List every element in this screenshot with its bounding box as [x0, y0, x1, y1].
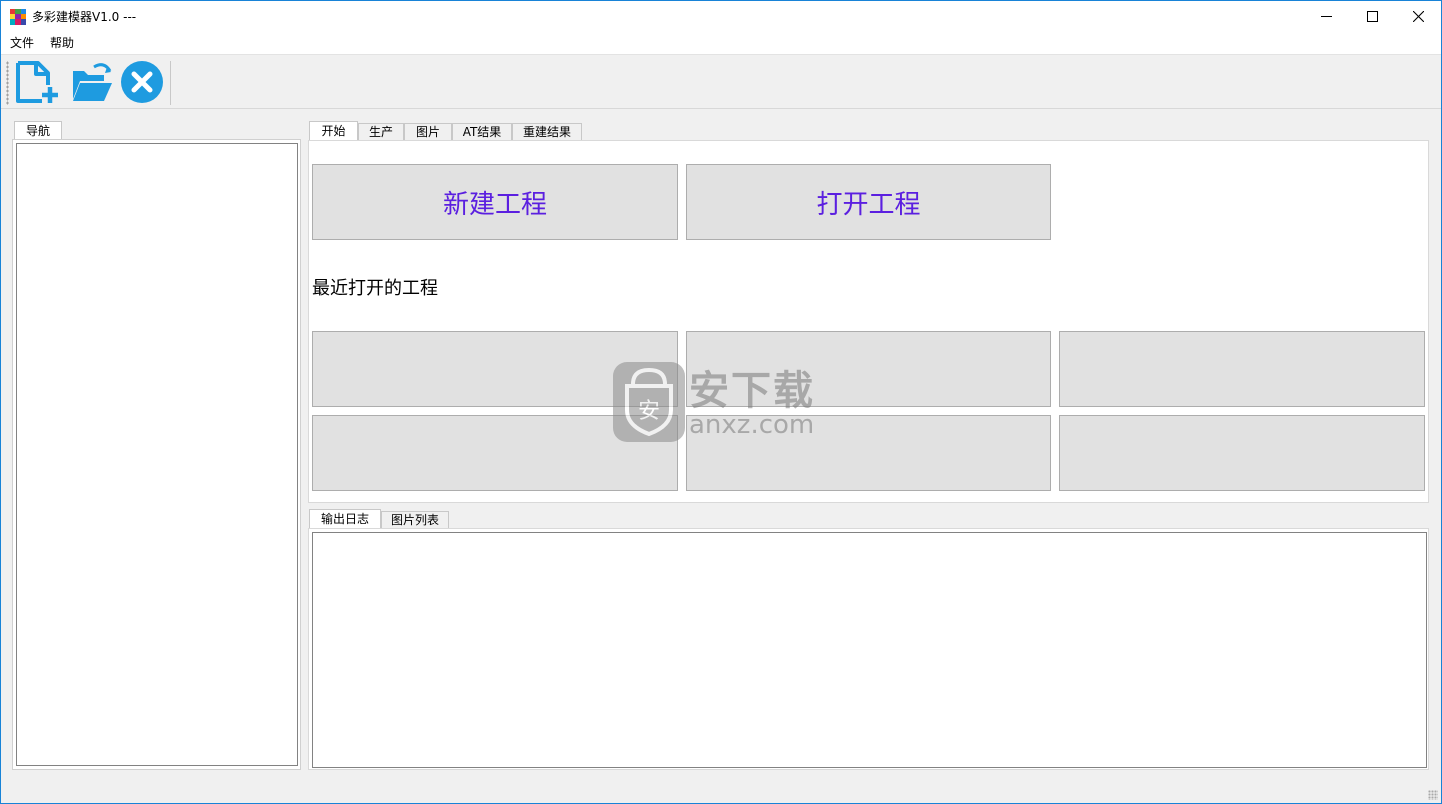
- menu-help[interactable]: 帮助: [42, 32, 82, 54]
- app-logo-icon: [10, 8, 26, 25]
- tab-at-results[interactable]: AT结果: [452, 123, 512, 140]
- nav-tree[interactable]: [16, 143, 298, 766]
- recent-project-slot-2[interactable]: [686, 331, 1051, 407]
- menu-bar: 文件 帮助: [1, 32, 1441, 54]
- tab-image-list[interactable]: 图片列表: [381, 511, 449, 528]
- window-title: 多彩建模器V1.0 ---: [32, 10, 137, 24]
- minimize-button[interactable]: [1303, 1, 1349, 32]
- close-project-tool-button[interactable]: [119, 59, 165, 105]
- recent-project-slot-5[interactable]: [686, 415, 1051, 491]
- open-project-tool-button[interactable]: [68, 59, 114, 105]
- open-project-button[interactable]: 打开工程: [686, 164, 1051, 240]
- output-tab-control: 输出日志 图片列表: [308, 509, 1429, 770]
- recent-project-slot-6[interactable]: [1059, 415, 1425, 491]
- open-folder-icon: [73, 63, 112, 101]
- main-tab-control: 开始 生产 图片 AT结果 重建结果 新建工程 打开工程 最近打开的工程: [308, 121, 1429, 503]
- menu-file[interactable]: 文件: [2, 32, 42, 54]
- tab-nav[interactable]: 导航: [14, 121, 62, 140]
- toolbar-separator: [170, 61, 171, 105]
- output-frame: [308, 528, 1429, 770]
- maximize-icon: [1366, 11, 1378, 22]
- close-circle-icon: [121, 61, 163, 103]
- recent-projects-label: 最近打开的工程: [312, 278, 438, 299]
- nav-frame: [12, 139, 301, 770]
- tab-images[interactable]: 图片: [404, 123, 452, 140]
- new-file-icon: [16, 61, 58, 103]
- app-window: 多彩建模器V1.0 --- 文件 帮助 导航 开始 生产 图片 AT结果 重建结…: [0, 0, 1442, 804]
- nav-panel: 导航: [12, 121, 301, 770]
- minimize-icon: [1320, 16, 1332, 17]
- resize-grip[interactable]: [1428, 790, 1438, 800]
- title-bar: 多彩建模器V1.0 ---: [1, 1, 1441, 32]
- recent-project-slot-3[interactable]: [1059, 331, 1425, 407]
- recent-project-slot-1[interactable]: [312, 331, 678, 407]
- tab-reconstruction-results[interactable]: 重建结果: [512, 123, 582, 140]
- new-project-button[interactable]: 新建工程: [312, 164, 678, 240]
- new-project-tool-button[interactable]: [14, 59, 60, 105]
- toolbar-grip[interactable]: [6, 61, 9, 105]
- tab-start[interactable]: 开始: [309, 121, 358, 140]
- toolbar: [1, 54, 1441, 109]
- start-page: 新建工程 打开工程 最近打开的工程: [308, 140, 1429, 503]
- maximize-button[interactable]: [1349, 1, 1395, 32]
- recent-project-slot-4[interactable]: [312, 415, 678, 491]
- close-window-button[interactable]: [1395, 1, 1441, 32]
- close-icon: [1412, 11, 1424, 22]
- tab-output-log[interactable]: 输出日志: [309, 509, 381, 528]
- output-log-area[interactable]: [312, 532, 1427, 768]
- tab-production[interactable]: 生产: [358, 123, 404, 140]
